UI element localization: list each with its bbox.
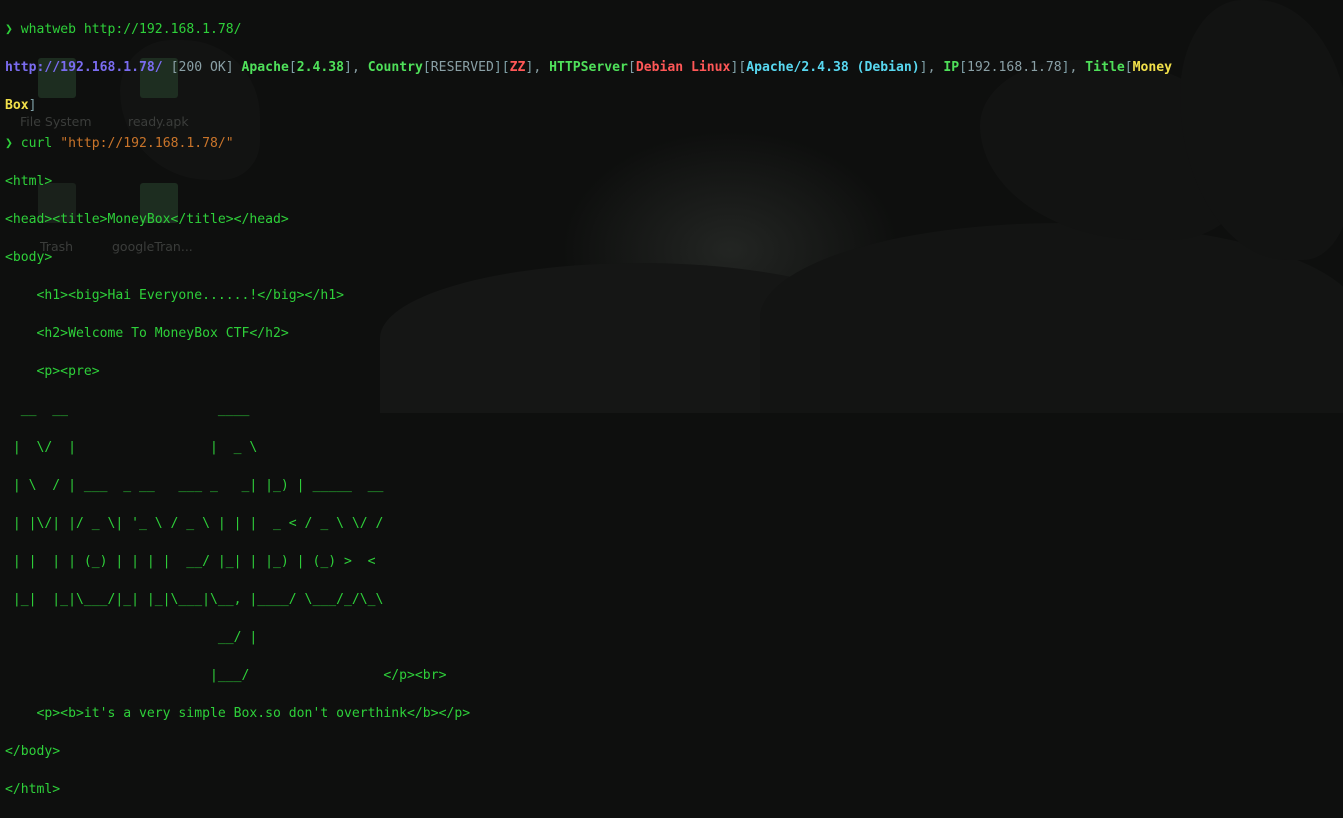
httpserver-key: HTTPServer xyxy=(549,60,628,75)
ascii-art-line: | | | | (_) | | | | __/ |_| | |_) | (_) … xyxy=(5,554,376,569)
ascii-art-line: |___/ </p><br> xyxy=(5,668,447,683)
prompt-icon: ❯ xyxy=(5,136,13,151)
prompt-icon: ❯ xyxy=(5,22,13,37)
ascii-art-line: | \/ | | _ \ xyxy=(5,440,258,455)
html-line: <p><pre> xyxy=(5,364,100,379)
html-line: <body> xyxy=(5,250,53,265)
country-key: Country xyxy=(367,60,423,75)
country-value: RESERVED xyxy=(430,60,494,75)
ascii-art-line: __/ | xyxy=(5,630,258,645)
httpserver-version: Apache/2.4.38 (Debian) xyxy=(746,60,920,75)
terminal-output[interactable]: ❯ whatweb http://192.168.1.78/ http://19… xyxy=(5,1,1172,818)
ascii-art-line: | |\/| |/ _ \| '_ \ / _ \ | | | _ < / _ … xyxy=(5,516,384,531)
ip-value: 192.168.1.78 xyxy=(967,60,1062,75)
country-code: ZZ xyxy=(509,60,526,75)
html-line: <p><b>it's a very simple Box.so don't ov… xyxy=(5,706,471,721)
command-name: curl xyxy=(20,136,53,151)
command-arg: http://192.168.1.78/ xyxy=(83,22,242,37)
whatweb-result-wrap: Box] xyxy=(5,98,37,113)
ascii-art-line: | \ / | ___ _ __ ___ _ _| |_) | _____ __ xyxy=(5,478,384,493)
html-line: <h2>Welcome To MoneyBox CTF</h2> xyxy=(5,326,289,341)
curl-command-line: ❯ curl "http://192.168.1.78/" xyxy=(5,134,1172,153)
html-line: <html> xyxy=(5,174,53,189)
command-arg: "http://192.168.1.78/" xyxy=(60,136,234,151)
result-url: http://192.168.1.78/ xyxy=(5,60,163,75)
ascii-art-line: __ __ ____ xyxy=(5,402,250,417)
apache-version: 2.4.38 xyxy=(296,60,345,75)
html-line: </html> xyxy=(5,782,61,797)
apache-key: Apache xyxy=(241,60,289,75)
title-key: Title xyxy=(1085,60,1125,75)
title-value-part2: Box xyxy=(5,98,29,113)
html-line: <h1><big>Hai Everyone......!</big></h1> xyxy=(5,288,344,303)
whatweb-result-line: http://192.168.1.78/ [200 OK] Apache[2.4… xyxy=(5,60,1173,75)
ascii-art-line: |_| |_|\___/|_| |_|\___|\__, |____/ \___… xyxy=(5,592,384,607)
whatweb-command-line: ❯ whatweb http://192.168.1.78/ xyxy=(5,20,1172,39)
httpserver-os: Debian Linux xyxy=(635,60,731,75)
html-line: <head><title>MoneyBox</title></head> xyxy=(5,212,289,227)
title-value-part1: Money xyxy=(1132,60,1173,75)
ip-key: IP xyxy=(943,60,960,75)
status-code: [200 OK] xyxy=(170,60,234,75)
command-name: whatweb xyxy=(20,22,76,37)
html-line: </body> xyxy=(5,744,61,759)
